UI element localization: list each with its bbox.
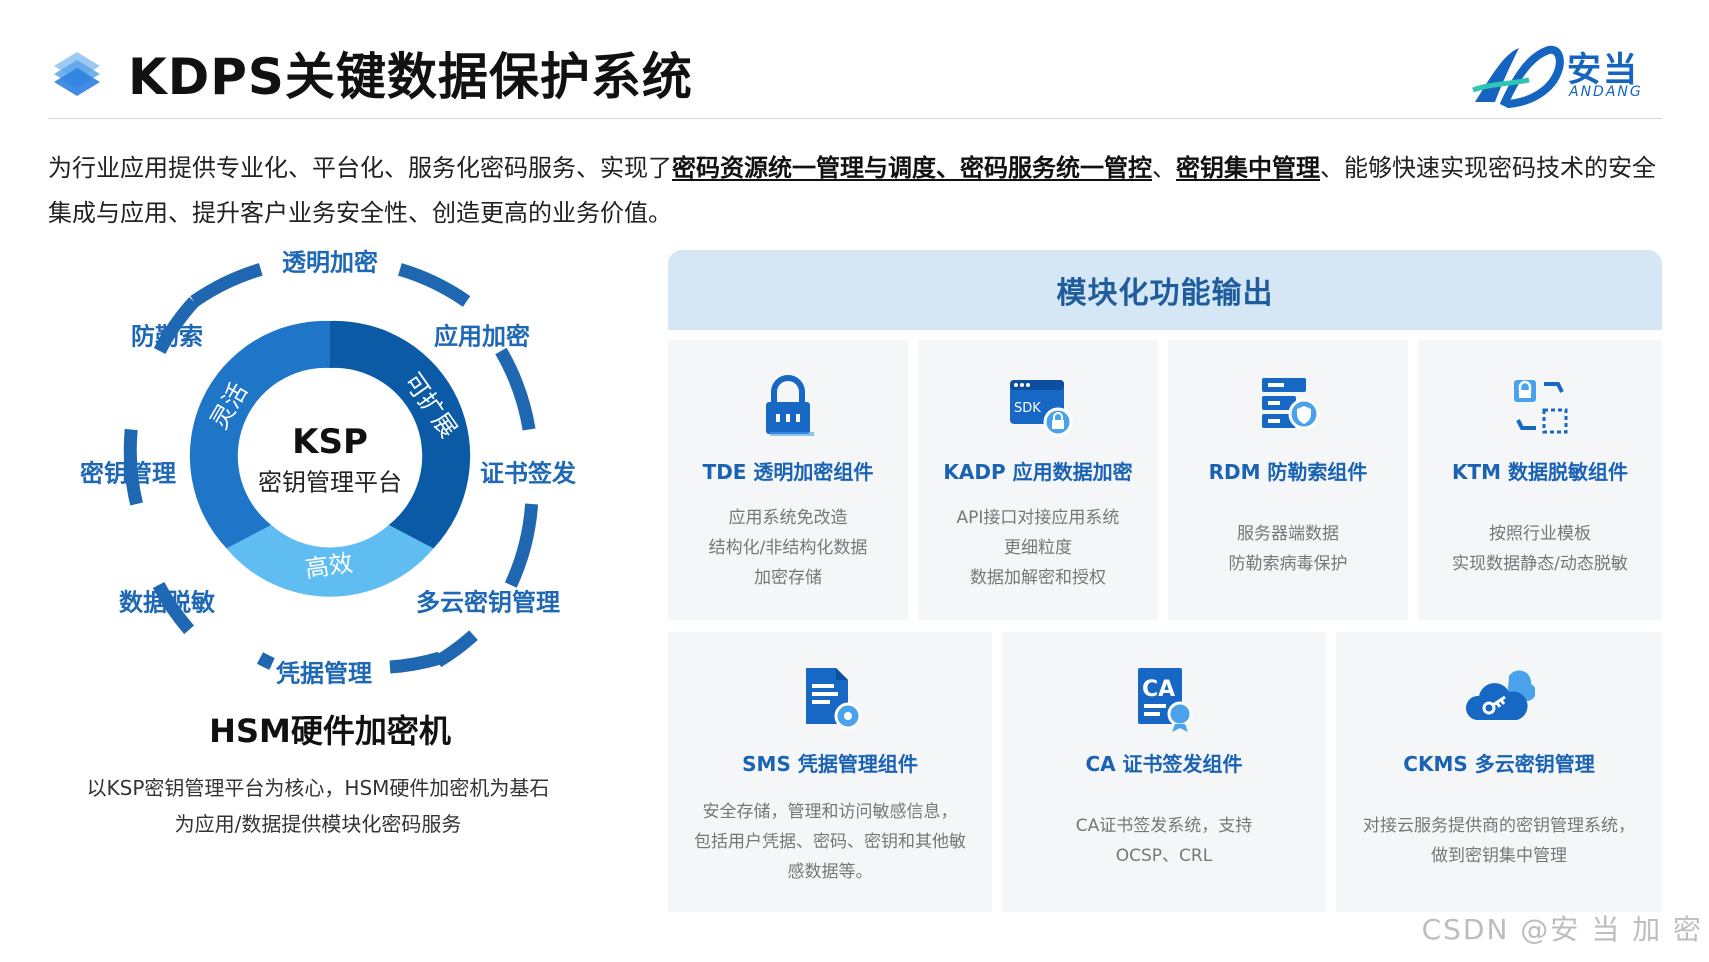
card-desc-line: API接口对接应用系统 [956,508,1120,528]
hsm-desc-line-1: 以KSP密钥管理平台为核心，HSM硬件加密机为基石 [86,776,550,800]
card-description: 安全存储，管理和访问敏感信息， 包括用户凭据、密码、密钥和其他敏 感数据等。 [681,797,979,887]
ring-label-transparent-encryption: 透明加密 [282,248,378,277]
card-desc-line: 结构化/非结构化数据 [708,538,868,558]
andang-logo-icon [1472,45,1564,109]
card-desc-line: 更细粒度 [1003,538,1072,558]
module-card-ckms[interactable]: CKMS 多云密钥管理 对接云服务提供商的密钥管理系统， 做到密钥集中管理 [1336,632,1662,912]
lock-icon [766,375,814,436]
page-header: KDPS关键数据保护系统 [48,38,693,108]
intro-paragraph: 为行业应用提供专业化、平台化、服务化密码服务、实现了密码资源统一管理与调度、密码… [48,146,1668,236]
module-header: 模块化功能输出 [668,250,1662,330]
ring-label-data-masking: 数据脱敏 [119,588,215,617]
hsm-desc-line-2: 为应用/数据提供模块化密码服务 [174,812,462,836]
module-card-tde[interactable]: TDE 透明加密组件 应用系统免改造 结构化/非结构化数据 加密存储 [668,340,908,620]
card-desc-line: 按照行业模板 [1489,524,1591,544]
layers-icon [54,52,100,96]
card-desc-line: 数据加解密和授权 [969,568,1106,588]
card-title: CA 证书签发组件 [1085,752,1243,776]
card-description: 对接云服务提供商的密钥管理系统， 做到密钥集中管理 [1349,811,1649,871]
module-card-ktm[interactable]: KTM 数据脱敏组件 按照行业模板 实现数据静态/动态脱敏 [1418,340,1662,620]
ksp-diagram: 灵活 可扩展 高效 KSP 密钥管理平台 透明加密 应用加密 证书签发 多云密钥… [60,248,660,768]
card-desc-line: 对接云服务提供商的密钥管理系统， [1363,816,1635,836]
card-description: 按照行业模板 实现数据静态/动态脱敏 [1428,519,1652,579]
ring-label-anti-ransomware: 防勒索 [131,322,203,351]
ksp-subtitle: 密钥管理平台 [258,468,402,497]
header-divider [48,118,1662,119]
card-description: 服务器端数据 防勒索病毒保护 [1178,519,1399,579]
ring-label-multicloud-key: 多云密钥管理 [416,588,560,617]
certificate-icon: CA [1138,668,1193,732]
module-header-title: 模块化功能输出 [1056,276,1274,311]
module-card-rdm[interactable]: RDM 防勒索组件 服务器端数据 防勒索病毒保护 [1168,340,1408,620]
card-title: RDM 防勒索组件 [1208,460,1368,484]
ring-label-certificate: 证书签发 [480,459,576,488]
card-desc-line: 包括用户凭据、密码、密钥和其他敏 [693,832,966,852]
card-description: 应用系统免改造 结构化/非结构化数据 加密存储 [678,503,899,593]
card-desc-line: 服务器端数据 [1236,524,1339,544]
card-title: KTM 数据脱敏组件 [1451,460,1628,484]
intro-highlight-3: 密钥集中管理 [1176,154,1320,182]
watermark: CSDN @安 当 加 密 [1421,913,1703,946]
hsm-title: HSM硬件加密机 [209,712,451,750]
card-desc-line: 感数据等。 [787,862,873,882]
card-desc-line: 实现数据静态/动态脱敏 [1452,554,1628,574]
module-card-ca[interactable]: CA CA 证书签发组件 CA证书签发系统，支持 OCSP、CRL [1002,632,1326,912]
card-desc-line: 加密存储 [753,568,822,588]
card-desc-line: 做到密钥集中管理 [1431,846,1567,866]
masking-icon [1514,380,1568,434]
card-title: SMS 凭据管理组件 [742,752,918,776]
intro-highlight-2: 密码服务统一管控 [960,154,1152,182]
card-title: TDE 透明加密组件 [702,460,874,484]
card-desc-line: CA证书签发系统，支持 [1075,816,1253,836]
brand-logo: 安当 ANDANG [1469,40,1669,110]
card-title: KADP 应用数据加密 [943,460,1133,484]
page-title: KDPS关键数据保护系统 [128,48,693,106]
sdk-icon: SDK [1010,380,1073,437]
intro-separator: 、 [1152,154,1176,182]
card-description: CA证书签发系统，支持 OCSP、CRL [1015,811,1313,871]
logo-sub-text: ANDANG [1569,84,1643,100]
intro-highlight-1: 密码资源统一管理与调度、 [672,154,960,182]
ring-label-key-management: 密钥管理 [80,459,176,488]
card-desc-line: 安全存储，管理和访问敏感信息， [702,802,958,822]
ring-label-credential: 凭据管理 [276,659,372,688]
module-card-kadp[interactable]: SDK KADP 应用数据加密 API接口对接应用系统 更细粒度 数据加解密和授… [918,340,1158,620]
module-card-sms[interactable]: SMS 凭据管理组件 安全存储，管理和访问敏感信息， 包括用户凭据、密码、密钥和… [668,632,992,912]
svg-text:CA: CA [1142,677,1175,702]
cloud-key-icon [1465,670,1535,720]
card-title: CKMS 多云密钥管理 [1403,752,1595,776]
ring-label-app-encryption: 应用加密 [434,322,530,351]
intro-text-1: 为行业应用提供专业化、平台化、服务化密码服务、实现了 [48,154,672,182]
document-gear-icon [806,668,862,730]
card-description: API接口对接应用系统 更细粒度 数据加解密和授权 [928,503,1149,593]
card-desc-line: 防勒索病毒保护 [1228,554,1348,574]
card-desc-line: 应用系统免改造 [728,508,848,528]
server-shield-icon [1262,378,1320,430]
card-desc-line: OCSP、CRL [1115,846,1213,866]
hsm-description: 以KSP密钥管理平台为核心，HSM硬件加密机为基石 为应用/数据提供模块化密码服… [38,770,598,842]
ksp-title: KSP [292,422,368,462]
svg-text:SDK: SDK [1014,401,1041,416]
